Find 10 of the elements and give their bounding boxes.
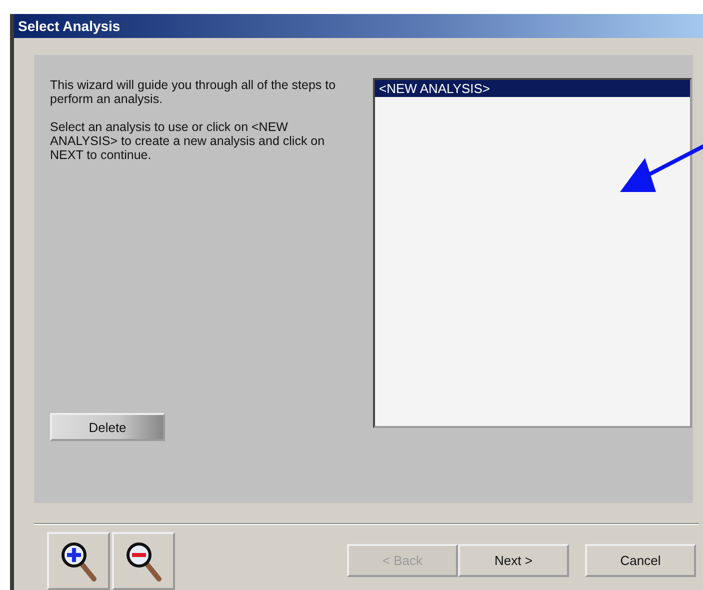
analysis-item[interactable]: <NEW ANALYSIS> bbox=[375, 80, 690, 97]
zoom-in-button[interactable] bbox=[47, 532, 110, 590]
delete-button[interactable]: Delete bbox=[50, 413, 165, 441]
wizard-nav-button[interactable]: Next > bbox=[458, 544, 569, 577]
instruction-text: This wizard will guide you through all of the steps to perform an analysis. bbox=[50, 78, 337, 106]
zoom-out-button[interactable] bbox=[112, 532, 175, 590]
analysis-list[interactable]: <NEW ANALYSIS> bbox=[373, 78, 692, 428]
instruction-text: Select an analysis to use or click on <NEW ANALYSIS> to create a new analysis and click on NEXT to continue. bbox=[50, 120, 326, 162]
window-title: Select Analysis bbox=[14, 14, 703, 38]
wizard-nav-button[interactable]: Cancel bbox=[585, 544, 696, 577]
